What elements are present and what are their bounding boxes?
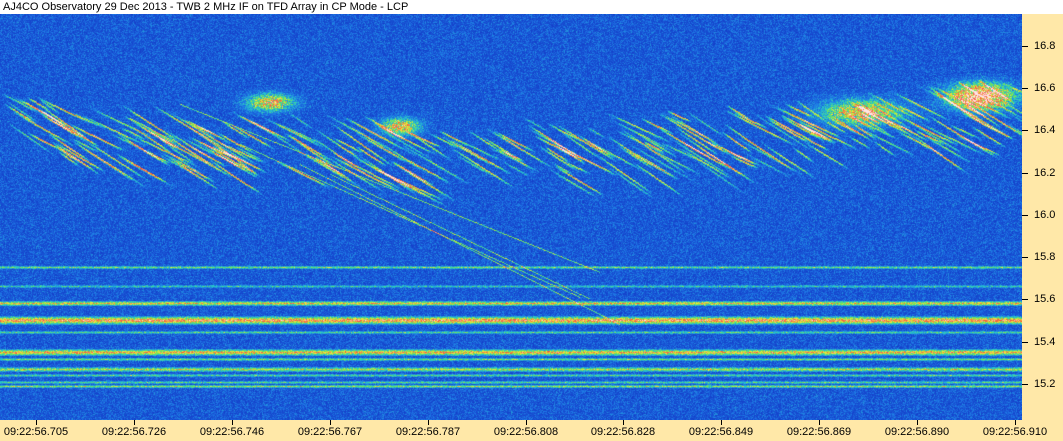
freq-tick-label: 16.0 bbox=[1034, 209, 1056, 221]
time-tick-label: 09:22:56.869 bbox=[786, 426, 852, 438]
time-tick-mark bbox=[232, 420, 233, 425]
freq-tick-mark bbox=[1022, 88, 1028, 89]
time-tick-mark bbox=[623, 420, 624, 425]
time-tick-mark bbox=[1015, 420, 1016, 425]
freq-tick-label: 15.6 bbox=[1034, 293, 1056, 305]
freq-tick-label: 15.8 bbox=[1034, 251, 1056, 263]
freq-tick-mark bbox=[1022, 257, 1028, 258]
freq-tick-mark bbox=[1022, 215, 1028, 216]
time-tick-mark bbox=[36, 420, 37, 425]
freq-tick-label: 16.2 bbox=[1034, 167, 1056, 179]
freq-tick-mark bbox=[1022, 299, 1028, 300]
time-tick-mark bbox=[134, 420, 135, 425]
freq-tick-mark bbox=[1022, 384, 1028, 385]
time-axis: 09:22:56.705 09:22:56.726 09:22:56.746 09:2… bbox=[0, 420, 1063, 441]
time-tick-mark bbox=[819, 420, 820, 425]
freq-tick-mark bbox=[1022, 173, 1028, 174]
freq-tick-mark bbox=[1022, 46, 1028, 47]
time-tick-label: 09:22:56.746 bbox=[199, 426, 265, 438]
time-tick-mark bbox=[917, 420, 918, 425]
time-tick-mark bbox=[428, 420, 429, 425]
freq-tick-label: 16.4 bbox=[1034, 124, 1056, 136]
time-tick-mark bbox=[526, 420, 527, 425]
freq-tick-label: 15.4 bbox=[1034, 336, 1056, 348]
freq-tick-mark bbox=[1022, 342, 1028, 343]
time-tick-label: 09:22:56.787 bbox=[395, 426, 461, 438]
time-tick-label: 09:22:56.726 bbox=[101, 426, 167, 438]
freq-tick-label: 15.2 bbox=[1034, 378, 1056, 390]
time-tick-mark bbox=[721, 420, 722, 425]
time-tick-label: 09:22:56.808 bbox=[493, 426, 559, 438]
spectrogram-plot[interactable] bbox=[0, 14, 1022, 420]
time-tick-mark bbox=[330, 420, 331, 425]
freq-tick-label: 16.8 bbox=[1034, 40, 1056, 52]
time-tick-label: 09:22:56.910 bbox=[982, 426, 1048, 438]
time-tick-label: 09:22:56.849 bbox=[688, 426, 754, 438]
time-tick-label: 09:22:56.767 bbox=[297, 426, 363, 438]
frequency-axis: 16.8 16.6 16.4 16.2 16.0 15.8 15.6 15.4 15.2 bbox=[1022, 14, 1063, 420]
time-tick-label: 09:22:56.828 bbox=[590, 426, 656, 438]
freq-tick-label: 16.6 bbox=[1034, 82, 1056, 94]
time-tick-label: 09:22:56.890 bbox=[884, 426, 950, 438]
time-tick-label: 09:22:56.705 bbox=[3, 426, 69, 438]
window-title: AJ4CO Observatory 29 Dec 2013 - TWB 2 MH… bbox=[0, 0, 1063, 14]
freq-tick-mark bbox=[1022, 130, 1028, 131]
